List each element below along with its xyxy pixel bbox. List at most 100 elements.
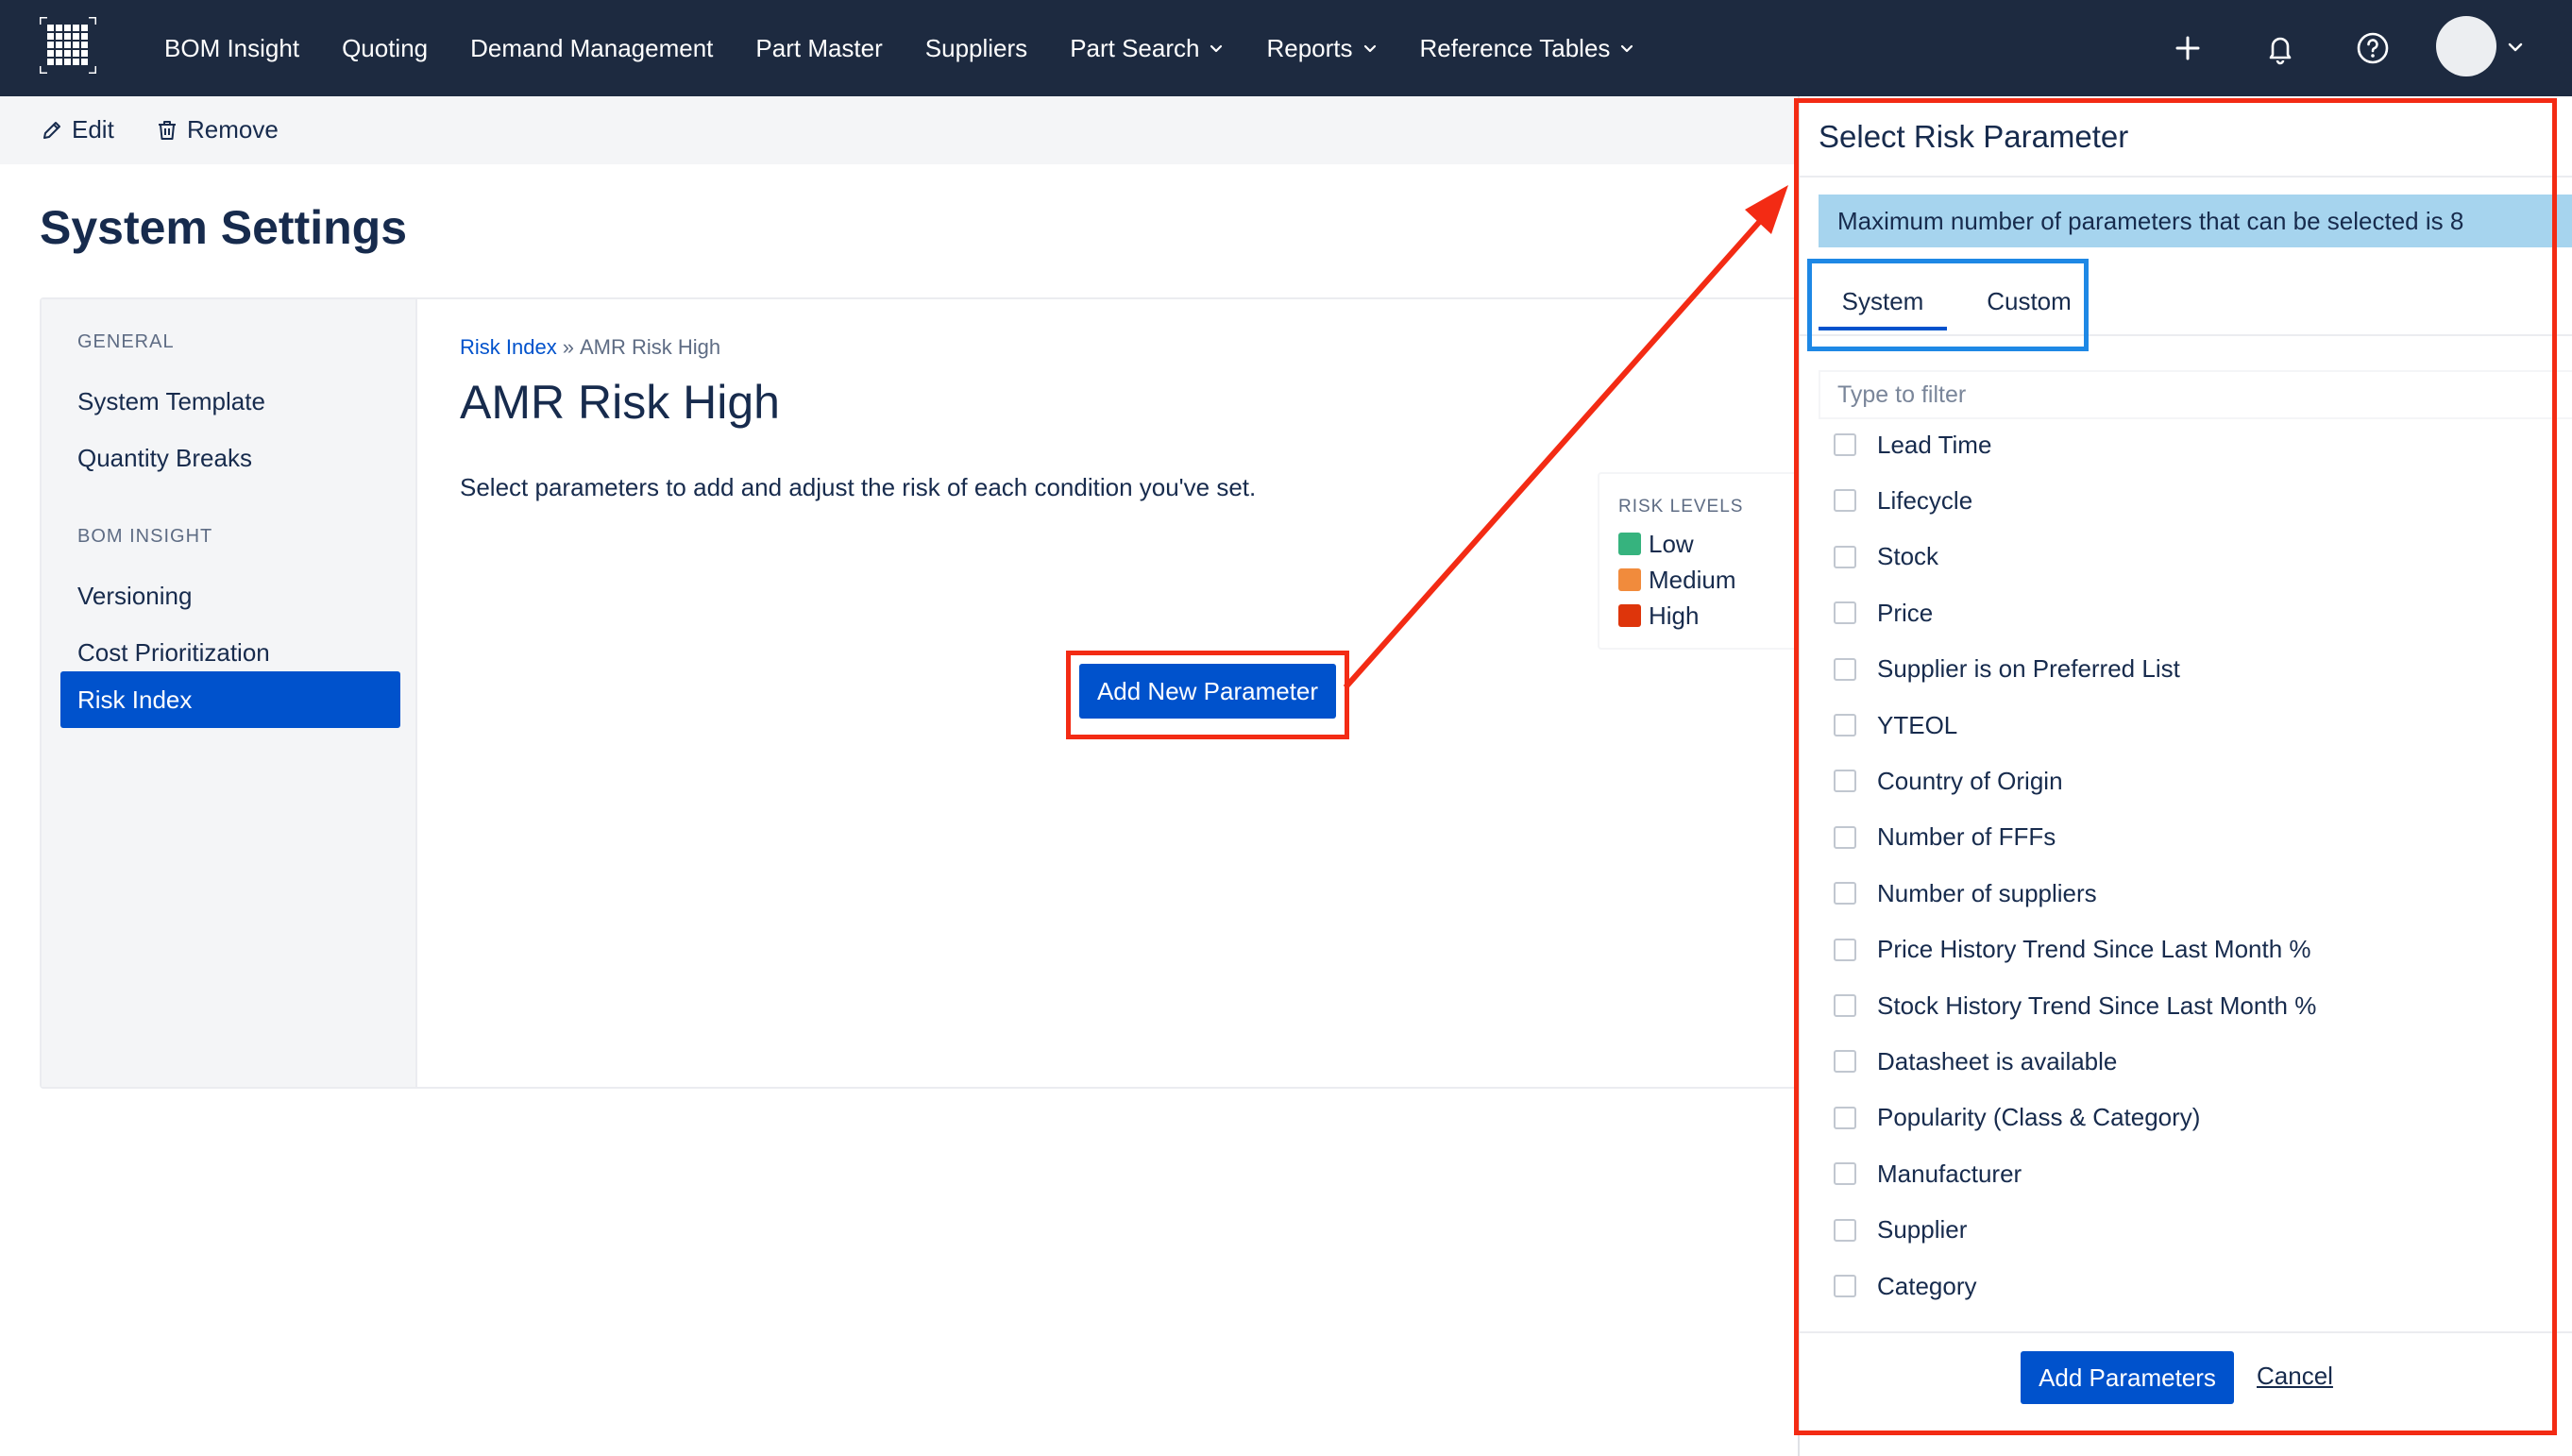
parameter-option[interactable]: Lead Time: [1834, 426, 1991, 464]
chevron-down-icon[interactable]: [2506, 38, 2525, 57]
nav-item-label: Part Master: [755, 33, 883, 62]
parameter-checkbox[interactable]: [1834, 1275, 1856, 1297]
parameter-checkbox[interactable]: [1834, 1218, 1856, 1242]
page-title: System Settings: [40, 201, 408, 254]
parameter-checkbox[interactable]: [1834, 545, 1856, 568]
help-icon[interactable]: [2351, 26, 2394, 70]
nav-item-reports[interactable]: Reports: [1266, 34, 1377, 63]
chevron-down-icon: [1362, 41, 1378, 56]
parameter-option[interactable]: YTEOL: [1834, 706, 1957, 744]
parameter-checkbox[interactable]: [1834, 825, 1856, 849]
parameter-label: Datasheet is available: [1877, 1046, 2118, 1075]
parameter-option[interactable]: Category: [1834, 1267, 1977, 1305]
risk-swatch-medium: [1618, 568, 1641, 591]
risk-index-description: Select parameters to add and adjust the …: [460, 473, 1257, 501]
tabs-divider: [1800, 334, 2572, 336]
risk-level-medium: Medium: [1618, 565, 1735, 595]
parameter-option[interactable]: Lifecycle: [1834, 482, 1972, 519]
pencil-icon: [43, 121, 60, 139]
breadcrumb-link-risk-index[interactable]: Risk Index: [460, 335, 557, 359]
tab-system[interactable]: System: [1819, 262, 1947, 340]
parameter-checkbox[interactable]: [1834, 433, 1856, 456]
sidebar-heading-general: GENERAL: [77, 331, 175, 352]
parameter-option[interactable]: Price: [1834, 594, 1933, 632]
add-parameters-button[interactable]: Add Parameters: [2021, 1351, 2234, 1404]
sidebar-item-versioning[interactable]: Versioning: [60, 567, 400, 624]
sidebar-item-risk-index[interactable]: Risk Index: [60, 671, 400, 728]
parameter-label: Stock: [1877, 542, 1939, 571]
breadcrumb: Risk Index» AMR Risk High: [460, 335, 720, 360]
sidebar-item-quantity-breaks[interactable]: Quantity Breaks: [60, 430, 400, 486]
parameter-option[interactable]: Number of suppliers: [1834, 874, 2097, 912]
parameter-label: Lead Time: [1877, 430, 1992, 459]
chevron-down-icon: [1619, 41, 1634, 56]
parameter-filter-input[interactable]: [1819, 370, 2572, 419]
parameter-label: Supplier is on Preferred List: [1877, 654, 2180, 684]
parameter-checkbox[interactable]: [1834, 994, 1856, 1017]
risk-level-label: Medium: [1649, 565, 1736, 594]
nav-item-label: Part Search: [1070, 33, 1200, 62]
tab-custom[interactable]: Custom: [1970, 262, 2089, 340]
nav-item-part-master[interactable]: Part Master: [755, 34, 882, 63]
nav-item-part-search[interactable]: Part Search: [1070, 34, 1224, 63]
breadcrumb-current: AMR Risk High: [579, 335, 721, 359]
risk-level-label: High: [1649, 601, 1700, 630]
risk-swatch-low: [1618, 533, 1641, 555]
edit-label: Edit: [72, 115, 114, 144]
parameter-option[interactable]: Stock: [1834, 538, 1938, 576]
nav-menu: BOM Insight Quoting Demand Management Part …: [164, 0, 1677, 96]
parameter-label: Number of suppliers: [1877, 878, 2097, 907]
parameter-label: Category: [1877, 1271, 1977, 1300]
grid-logo-icon[interactable]: [40, 17, 96, 74]
add-new-parameter-button[interactable]: Add New Parameter: [1079, 664, 1336, 719]
remove-label: Remove: [187, 115, 279, 144]
parameter-checkbox[interactable]: [1834, 1162, 1856, 1186]
drawer-title: Select Risk Parameter: [1819, 119, 2129, 154]
nav-item-bom-insight[interactable]: BOM Insight: [164, 34, 299, 63]
parameter-label: Popularity (Class & Category): [1877, 1103, 2201, 1132]
parameter-checkbox[interactable]: [1834, 601, 1856, 625]
cancel-link[interactable]: Cancel: [2257, 1362, 2333, 1391]
user-avatar[interactable]: [2436, 16, 2496, 76]
parameter-option[interactable]: Supplier is on Preferred List: [1834, 651, 2180, 688]
risk-index-title: AMR Risk High: [460, 376, 780, 429]
parameter-label: Price: [1877, 598, 1934, 627]
parameter-checkbox[interactable]: [1834, 882, 1856, 906]
nav-item-reference-tables[interactable]: Reference Tables: [1420, 34, 1635, 63]
edit-button[interactable]: Edit: [40, 115, 114, 144]
plus-icon[interactable]: [2166, 26, 2209, 70]
nav-item-quoting[interactable]: Quoting: [342, 34, 428, 63]
parameter-option[interactable]: Price History Trend Since Last Month %: [1834, 931, 2311, 969]
parameter-option[interactable]: Number of FFFs: [1834, 819, 2056, 856]
parameter-checkbox[interactable]: [1834, 657, 1856, 681]
parameter-checkbox[interactable]: [1834, 770, 1856, 793]
parameter-checkbox[interactable]: [1834, 1050, 1856, 1074]
parameter-checkbox[interactable]: [1834, 489, 1856, 513]
risk-swatch-high: [1618, 604, 1641, 627]
parameter-checkbox[interactable]: [1834, 938, 1856, 961]
parameter-checkbox[interactable]: [1834, 1106, 1856, 1129]
action-toolbar: Edit Remove: [0, 96, 1798, 164]
parameter-option[interactable]: Manufacturer: [1834, 1155, 2022, 1193]
parameter-option[interactable]: Stock History Trend Since Last Month %: [1834, 987, 2316, 1024]
parameter-option[interactable]: Supplier: [1834, 1211, 1967, 1249]
nav-item-suppliers[interactable]: Suppliers: [925, 34, 1027, 63]
sidebar-item-system-template[interactable]: System Template: [60, 373, 400, 430]
remove-button[interactable]: Remove: [155, 115, 279, 144]
parameter-label: Price History Trend Since Last Month %: [1877, 935, 2311, 964]
parameter-option[interactable]: Country of Origin: [1834, 762, 2063, 800]
parameter-checkbox[interactable]: [1834, 714, 1856, 736]
parameter-option[interactable]: Popularity (Class & Category): [1834, 1099, 2200, 1137]
nav-item-label: Suppliers: [924, 33, 1028, 62]
info-banner: Maximum number of parameters that can be…: [1819, 195, 2572, 247]
risk-level-low: Low: [1618, 529, 1694, 559]
parameter-option[interactable]: Datasheet is available: [1834, 1042, 2117, 1080]
risk-level-high: High: [1618, 601, 1699, 631]
bell-icon[interactable]: [2259, 26, 2302, 70]
drawer-divider: [1800, 176, 2572, 178]
nav-item-demand-management[interactable]: Demand Management: [470, 34, 713, 63]
parameter-label: YTEOL: [1877, 710, 1958, 739]
trash-icon: [159, 120, 176, 140]
risk-levels-heading: RISK LEVELS: [1618, 497, 1744, 516]
parameter-label: Stock History Trend Since Last Month %: [1877, 990, 2317, 1020]
